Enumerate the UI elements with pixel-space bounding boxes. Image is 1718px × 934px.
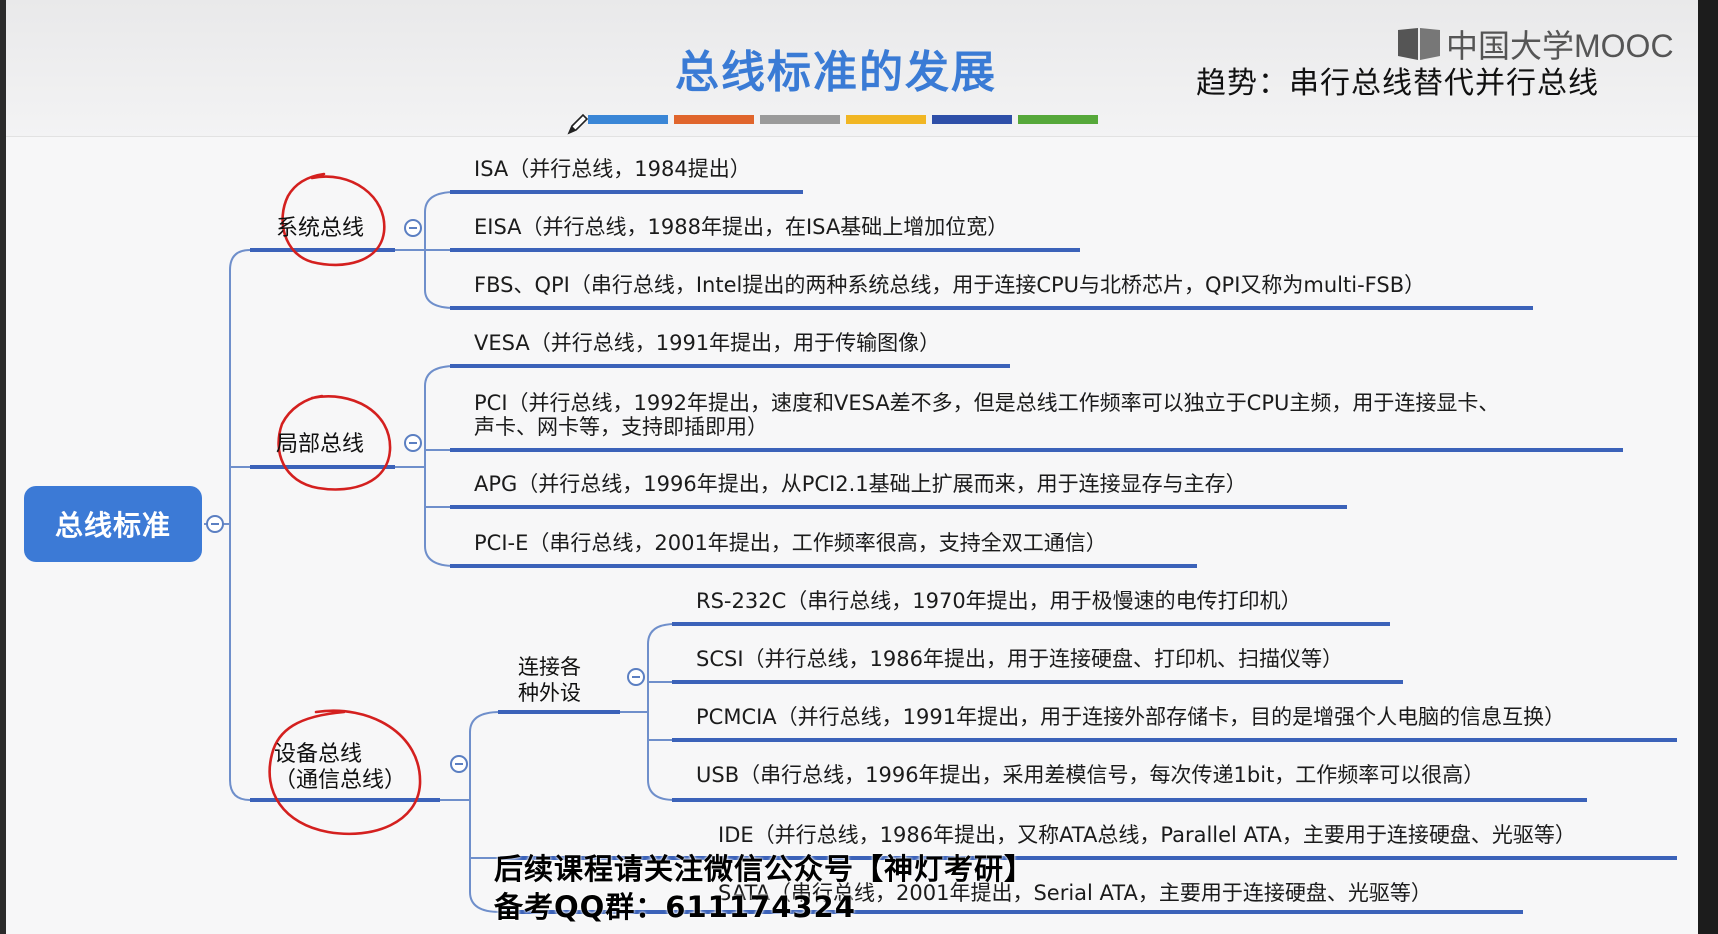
collapse-toggle-local-bus[interactable]	[404, 434, 422, 452]
leaf-pci-e[interactable]: PCI-E（串行总线，2001年提出，工作频率很高，支持全双工通信）	[474, 530, 1107, 556]
leaf-pcmcia[interactable]: PCMCIA（并行总线，1991年提出，用于连接外部存储卡，目的是增强个人电脑的…	[696, 704, 1565, 730]
leaf-pci-line2: 声卡、网卡等，支持即插即用）	[474, 415, 768, 439]
device-bus-label: 设备总线	[274, 742, 363, 767]
leaf-scsi[interactable]: SCSI（并行总线，1986年提出，用于连接硬盘、打印机、扫描仪等）	[696, 646, 1343, 672]
watermark-wechat: 后续课程请关注微信公众号【神灯考研】	[494, 852, 1035, 886]
mindmap-root-node[interactable]: 总线标准	[24, 486, 202, 562]
peripherals-node[interactable]: 连接各 种外设	[518, 654, 581, 706]
system-bus-node[interactable]: 系统总线	[276, 216, 364, 242]
watermark-qq-group: 备考QQ群：611174324	[494, 890, 856, 924]
slide: 总线标准的发展 中国大学MOOC 趋势：串行总线替代并行总线 总线标准 系统总线…	[0, 0, 1718, 934]
collapse-toggle-root[interactable]	[206, 515, 224, 533]
leaf-ide[interactable]: IDE（并行总线，1986年提出，又称ATA总线，Parallel ATA，主要…	[718, 822, 1576, 848]
local-bus-node[interactable]: 局部总线	[276, 432, 364, 458]
leaf-vesa[interactable]: VESA（并行总线，1991年提出，用于传输图像）	[474, 330, 940, 356]
peripherals-label-line2: 种外设	[518, 681, 581, 705]
device-bus-node[interactable]: 设备总线 （通信总线）	[274, 742, 406, 794]
leaf-apg[interactable]: APG（并行总线，1996年提出，从PCI2.1基础上扩展而来，用于连接显存与主…	[474, 471, 1247, 497]
leaf-pci-line1: PCI（并行总线，1992年提出，速度和VESA差不多，但是总线工作频率可以独立…	[474, 391, 1500, 415]
peripherals-label-line1: 连接各	[518, 655, 581, 679]
leaf-usb[interactable]: USB（串行总线，1996年提出，采用差模信号，每次传递1bit，工作频率可以很…	[696, 762, 1484, 788]
collapse-toggle-peripherals[interactable]	[627, 668, 645, 686]
leaf-eisa[interactable]: EISA（并行总线，1988年提出，在ISA基础上增加位宽）	[474, 214, 1008, 240]
mindmap-connectors	[204, 172, 1677, 914]
collapse-toggle-system-bus[interactable]	[404, 219, 422, 237]
leaf-isa[interactable]: ISA（并行总线，1984提出）	[474, 156, 751, 182]
leaf-fbs-qpi[interactable]: FBS、QPI（串行总线，Intel提出的两种系统总线，用于连接CPU与北桥芯片…	[474, 272, 1425, 298]
device-bus-sublabel: （通信总线）	[274, 768, 407, 793]
leaf-pci[interactable]: PCI（并行总线，1992年提出，速度和VESA差不多，但是总线工作频率可以独立…	[474, 390, 1499, 440]
leaf-rs232c[interactable]: RS-232C（串行总线，1970年提出，用于极慢速的电传打印机）	[696, 588, 1302, 614]
collapse-toggle-device-bus[interactable]	[450, 755, 468, 773]
